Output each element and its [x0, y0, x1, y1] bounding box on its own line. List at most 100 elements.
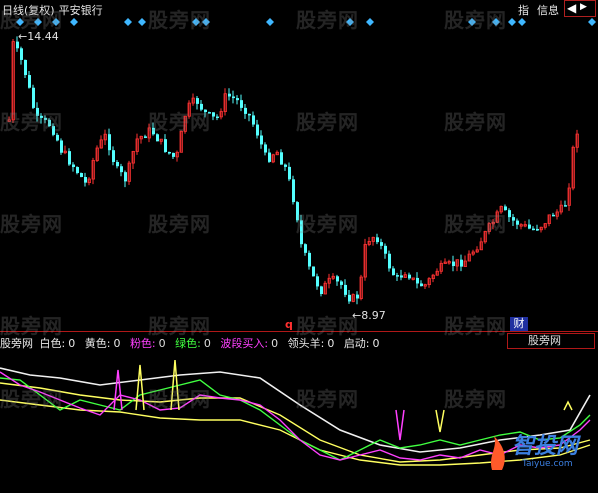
index-button[interactable]: 指	[518, 2, 529, 18]
site-logo-text: 智投网	[512, 434, 579, 459]
candle-body	[376, 237, 379, 243]
candle-body	[284, 164, 287, 167]
candle-body	[24, 59, 27, 76]
watermark: 股旁网	[444, 110, 507, 134]
candle-body	[336, 276, 339, 282]
watermark: 股旁网	[444, 387, 507, 411]
candle-body	[32, 87, 35, 108]
watermark: 股旁网	[0, 110, 63, 134]
candle-body	[416, 277, 419, 284]
watermark: 股旁网	[296, 8, 359, 32]
watermark: 股旁网	[148, 212, 211, 236]
watermark: 股旁网	[296, 314, 359, 338]
candle-body	[320, 286, 323, 295]
candle-body	[172, 152, 175, 157]
signal-diamond	[138, 18, 146, 26]
candle-body	[348, 294, 351, 302]
watermark: 股旁网	[0, 212, 63, 236]
signal-spike	[113, 369, 123, 411]
candle-body	[312, 266, 315, 277]
candle-body	[280, 152, 283, 165]
candle-body	[384, 245, 387, 254]
candle-body	[292, 179, 295, 203]
candle-body	[216, 116, 219, 119]
candle-body	[532, 228, 535, 231]
candle-body	[248, 113, 251, 116]
candle-body	[108, 134, 111, 151]
candle-body	[72, 164, 75, 168]
watermark: 股旁网	[148, 387, 211, 411]
info-button[interactable]: 信息	[537, 2, 559, 18]
signal-spike	[563, 400, 573, 411]
candle-body	[552, 214, 555, 217]
candle-body	[84, 177, 87, 183]
watermark: 股旁网	[296, 212, 359, 236]
candle-body	[124, 172, 127, 182]
watermark: 股旁网	[148, 8, 211, 32]
watermark: 股旁网	[444, 8, 507, 32]
signal-diamond	[266, 18, 274, 26]
signal-diamond	[508, 18, 516, 26]
nav-right-icon[interactable]: ▶	[580, 2, 587, 12]
candle-body	[264, 144, 267, 153]
signal-spike	[395, 409, 405, 441]
nav-left-icon[interactable]: ◀	[567, 1, 576, 15]
candle-body	[380, 242, 383, 246]
watermark: 股旁网	[0, 314, 63, 338]
watermark: 股旁网	[0, 387, 63, 411]
candle-body	[116, 161, 119, 167]
candle-body	[288, 166, 291, 180]
legend-band-buy: 波段买入: 0	[220, 337, 279, 350]
stock-name: 平安银行	[58, 4, 103, 17]
candle-body	[168, 151, 171, 154]
candle-body	[356, 294, 359, 299]
q-marker[interactable]: q	[285, 318, 293, 331]
watermark: 股旁网	[444, 314, 507, 338]
candle-body	[156, 134, 159, 142]
signal-diamond	[588, 18, 596, 26]
candle-body	[20, 48, 23, 60]
candle-body	[268, 152, 271, 162]
signal-diamond	[124, 18, 132, 26]
candle-body	[60, 140, 63, 153]
candle-body	[460, 259, 463, 267]
signal-diamond	[366, 18, 374, 26]
indicator-dropdown[interactable]: 股旁网	[507, 333, 595, 349]
candle-body	[244, 107, 247, 114]
candle-body	[112, 150, 115, 162]
watermark: 股旁网	[444, 212, 507, 236]
candle-body	[316, 276, 319, 287]
watermark: 股旁网	[296, 387, 359, 411]
signal-diamond	[70, 18, 78, 26]
candle-body	[164, 139, 167, 152]
candle-body	[408, 274, 411, 279]
candle-body	[388, 253, 391, 269]
candle-body	[344, 284, 347, 295]
candle-body	[256, 124, 259, 136]
candle-body	[528, 224, 531, 229]
candle-body	[304, 244, 307, 253]
candle-body	[28, 75, 31, 88]
finance-badge[interactable]: 财	[510, 317, 528, 331]
candle-body	[228, 93, 231, 97]
candle-body	[120, 166, 123, 173]
candle-body	[232, 96, 235, 99]
candle-body	[236, 98, 239, 101]
candle-body	[144, 136, 147, 138]
site-logo-url: Taiyue.com	[522, 459, 573, 469]
candle-body	[212, 112, 215, 117]
chart-canvas[interactable]	[0, 0, 598, 493]
candle-body	[392, 268, 395, 276]
legend-yellow: 黄色: 0	[84, 337, 121, 350]
candle-body	[512, 217, 515, 221]
candle-body	[68, 151, 71, 165]
candle-body	[196, 98, 199, 104]
candle-body	[240, 100, 243, 108]
watermark: 股旁网	[148, 314, 211, 338]
signal-diamond	[518, 18, 526, 26]
candle-body	[536, 228, 539, 231]
candle-body	[76, 167, 79, 174]
candle-body	[260, 135, 263, 145]
candle-body	[508, 210, 511, 218]
candle-body	[252, 115, 255, 125]
